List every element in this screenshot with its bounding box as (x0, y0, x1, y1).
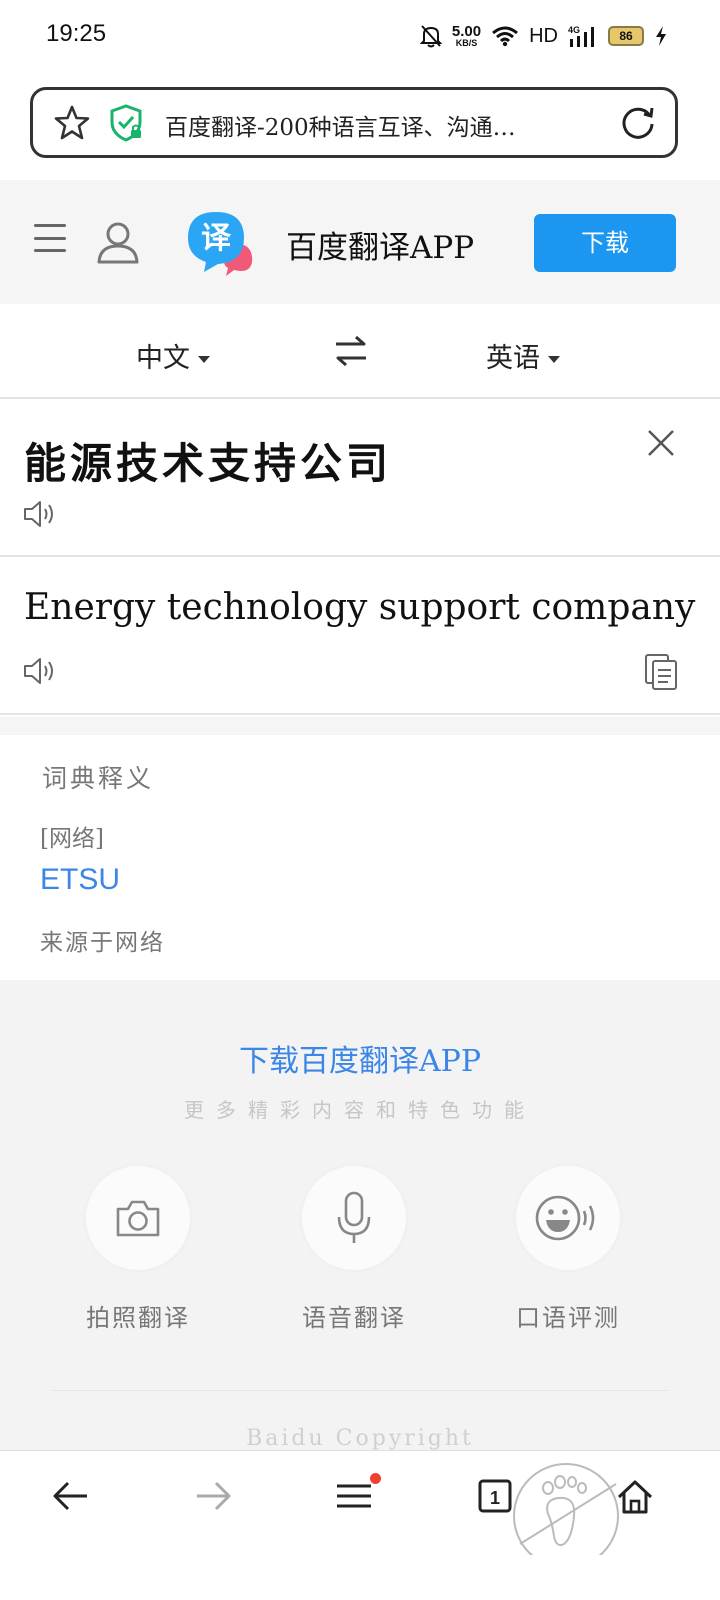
section-divider (0, 717, 720, 735)
feature-icon-circle[interactable] (516, 1166, 620, 1270)
star-icon[interactable] (53, 104, 91, 142)
main-menu-button[interactable] (336, 1473, 381, 1513)
status-time: 19:25 (46, 20, 107, 47)
chevron-down-icon (548, 356, 560, 363)
net-speed: 5.00 KB/S (452, 24, 481, 48)
signal-label: 4G (568, 25, 580, 35)
back-arrow-icon[interactable] (52, 1479, 90, 1513)
notification-badge (370, 1473, 381, 1484)
tabs-icon[interactable]: 1 (478, 1479, 512, 1513)
net-speed-value: 5.00 (451, 23, 482, 40)
wifi-icon (492, 26, 519, 47)
chevron-down-icon (198, 356, 210, 363)
dictionary-word-link[interactable]: ETSU (40, 863, 120, 897)
source-text[interactable]: 能源技术支持公司 (24, 430, 392, 491)
feature-oral-assessment[interactable]: 口语评测 (478, 1166, 658, 1333)
navigation-gesture-area (0, 1555, 720, 1600)
battery-icon: 86 (608, 26, 644, 46)
speaking-face-icon (535, 1195, 595, 1241)
net-speed-unit: KB/S (455, 38, 478, 48)
source-language-label: 中文 (136, 343, 190, 374)
signal-icon: 4G (568, 25, 594, 47)
reload-icon[interactable] (619, 104, 657, 142)
charging-icon (656, 26, 666, 46)
feature-label: 语音翻译 (302, 1304, 406, 1332)
speaker-icon[interactable] (22, 655, 58, 687)
bell-mute-icon (419, 25, 442, 48)
microphone-icon (337, 1191, 371, 1243)
secure-shield-icon[interactable] (109, 104, 145, 142)
target-language-dropdown[interactable]: 英语 (486, 336, 560, 375)
feature-icon-circle[interactable] (302, 1166, 406, 1270)
baidu-translate-page: 19:25 5.00 KB/S HD 4G 86 百度翻译-200种语言互译、沟… (0, 0, 720, 1600)
dictionary-panel: 词典释义 [网络] ETSU 来源于网络 (0, 735, 720, 980)
close-icon[interactable] (646, 428, 676, 458)
promo-title[interactable]: 下载百度翻译APP (0, 1036, 720, 1080)
logo-glyph: 译 (201, 221, 232, 256)
forward-arrow-icon[interactable] (194, 1479, 232, 1513)
app-promo-section: 下载百度翻译APP 更多精彩内容和特色功能 拍照翻译 语音翻译 口语评测 Bai… (0, 980, 720, 1450)
source-input-panel[interactable]: 能源技术支持公司 (0, 400, 720, 557)
app-name: 百度翻译APP (286, 230, 475, 266)
swap-languages-icon[interactable] (334, 334, 368, 368)
dictionary-tag: [网络] (40, 826, 104, 852)
copyright-text: Baidu Copyright (246, 1426, 474, 1450)
dictionary-source-note: 来源于网络 (40, 930, 165, 956)
user-icon[interactable] (96, 220, 140, 264)
feature-voice-translate[interactable]: 语音翻译 (264, 1166, 444, 1333)
status-bar: 19:25 5.00 KB/S HD 4G 86 (0, 0, 720, 72)
source-language-dropdown[interactable]: 中文 (136, 336, 210, 375)
menu-icon (337, 1484, 371, 1508)
feature-label: 口语评测 (516, 1304, 620, 1332)
camera-icon (116, 1200, 160, 1237)
speaker-icon[interactable] (22, 498, 58, 530)
promo-subtitle: 更多精彩内容和特色功能 (184, 1098, 536, 1122)
feature-label: 拍照翻译 (86, 1304, 190, 1332)
promo-divider (52, 1390, 668, 1391)
translation-result-panel: Energy technology support company (0, 559, 720, 715)
menu-icon[interactable] (34, 224, 66, 252)
app-logo: 译 (188, 212, 253, 276)
download-button[interactable]: 下载 (534, 214, 676, 272)
target-language-label: 英语 (486, 343, 540, 374)
feature-icon-circle[interactable] (86, 1166, 190, 1270)
tab-count: 1 (490, 1488, 500, 1508)
footprint-floating-icon[interactable] (508, 1458, 624, 1562)
translation-text: Energy technology support company (24, 587, 696, 628)
app-header: 译 百度翻译APP 下载 (0, 180, 720, 304)
feature-photo-translate[interactable]: 拍照翻译 (48, 1166, 228, 1333)
hd-label: HD (529, 24, 558, 47)
page-title[interactable]: 百度翻译-200种语言互译、沟通… (165, 108, 575, 142)
dictionary-title: 词典释义 (42, 764, 155, 793)
copy-icon[interactable] (644, 653, 678, 691)
status-icons: 5.00 KB/S HD 4G 86 (419, 20, 668, 52)
address-bar[interactable]: 百度翻译-200种语言互译、沟通… (30, 87, 678, 158)
